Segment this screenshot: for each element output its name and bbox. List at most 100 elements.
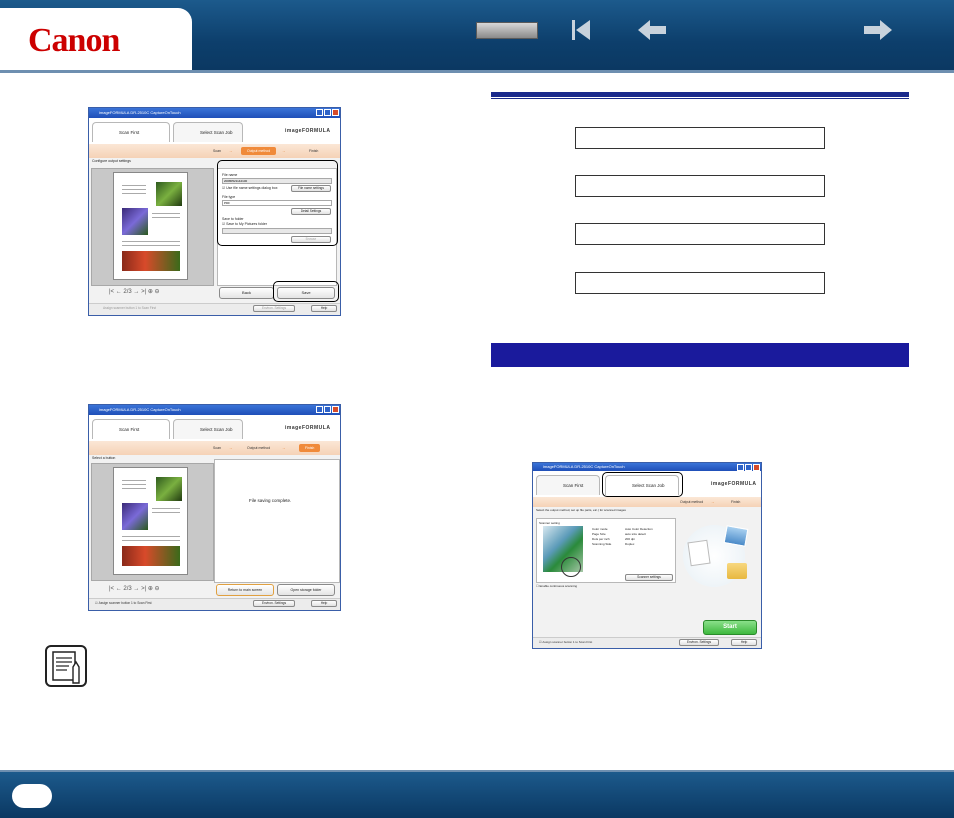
row-side-key: Scanning Side (592, 542, 612, 546)
window-title: imageFORMULA DR-2510C CaptureOnTouch (89, 405, 340, 415)
screenshot-file-saved: imageFORMULA DR-2510C CaptureOnTouch Sca… (88, 404, 341, 611)
logo-tab: Canon (0, 8, 192, 70)
minimize-icon[interactable] (737, 464, 744, 471)
brand-label: imageFORMULA (285, 425, 331, 431)
picture-icon (723, 525, 749, 547)
tab-select-scan-job[interactable]: Select Scan Job (173, 419, 243, 439)
row-dpi-key: Dots per inch (592, 537, 610, 541)
section-rule (491, 92, 909, 97)
scanned-page (113, 467, 188, 575)
scanner-setting-panel: Scanner setting Color mode Auto Color De… (536, 518, 676, 583)
canon-logo: Canon (28, 22, 120, 59)
step-arrow-icon: → (229, 446, 233, 450)
maximize-icon[interactable] (324, 406, 331, 413)
environ-settings-button[interactable]: Environ. Settings (253, 305, 295, 312)
back-button[interactable]: Back (219, 287, 274, 299)
page-navigation[interactable]: |< ← 2/3 → >| ⊕ ⊖ (109, 585, 160, 592)
tab-scan-first[interactable]: Scan First (92, 419, 170, 439)
tab-select-scan-job[interactable]: Select Scan Job (173, 122, 243, 142)
tab-bar: Scan First Select Scan Job imageFORMULA (89, 118, 340, 145)
blank-box-4 (575, 272, 825, 294)
row-side-value: Duplex (625, 542, 635, 546)
help-button[interactable]: Help (731, 639, 757, 646)
blank-box-1 (575, 127, 825, 149)
folder-icon (727, 563, 747, 579)
tab-scan-first[interactable]: Scan First (536, 475, 600, 495)
back-arrow-icon[interactable] (638, 20, 668, 40)
maximize-icon[interactable] (745, 464, 752, 471)
instruction-text: Select the output method, set up file pa… (536, 508, 626, 512)
forward-arrow-icon[interactable] (862, 20, 892, 40)
preview-area (91, 168, 214, 286)
step-arrow-icon: → (282, 149, 286, 153)
step-scan: Scan (213, 149, 221, 153)
brand-label: imageFORMULA (711, 481, 757, 487)
tab-scan-first[interactable]: Scan First (92, 122, 170, 142)
environ-settings-button[interactable]: Environ. Settings (679, 639, 719, 646)
blank-nav-button[interactable] (476, 22, 538, 39)
maximize-icon[interactable] (324, 109, 331, 116)
assign-button-text[interactable]: ☑ Assign scanner button 1 to Scan First (539, 640, 592, 644)
row-page-size-key: Page Size (592, 532, 606, 536)
start-button[interactable]: Start (703, 620, 757, 635)
note-icon (45, 645, 87, 687)
minimize-icon[interactable] (316, 109, 323, 116)
screenshot-output-settings: imageFORMULA DR-2510C CaptureOnTouch Sca… (88, 107, 341, 316)
saving-complete-message: File saving complete. (249, 498, 292, 503)
highlight-settings (217, 160, 338, 246)
step-arrow-icon: → (229, 149, 233, 153)
help-button[interactable]: Help (311, 305, 337, 312)
page-navigation[interactable]: |< ← 2/3 → >| ⊕ ⊖ (109, 288, 160, 295)
tab-bar: Scan First Select Scan Job imageFORMULA (89, 415, 340, 442)
blank-box-3 (575, 223, 825, 245)
status-bar: ☑ Assign scanner button 1 to Scan First … (89, 598, 340, 610)
row-color-mode-value: Auto Color Detection (625, 527, 653, 531)
scanner-settings-button[interactable]: Scanner settings (625, 574, 673, 581)
assign-button-text: Assign scanner button 1 to Scan First (103, 306, 156, 310)
highlight-select-scan-job (602, 472, 683, 497)
step-bar: Scan → Output method → Finish (89, 441, 340, 455)
help-button[interactable]: Help (311, 600, 337, 607)
window-title: imageFORMULA DR-2510C CaptureOnTouch (533, 463, 761, 471)
result-pane: File saving complete. (214, 459, 340, 583)
step-output-method: Output method (680, 500, 704, 504)
row-page-size-value: auto size detect (625, 532, 647, 536)
step-output-method: Output method (241, 147, 277, 155)
instruction-text: Select a button (92, 456, 116, 460)
status-bar: Assign scanner button 1 to Scan First En… (89, 303, 340, 315)
window-title: imageFORMULA DR-2510C CaptureOnTouch (89, 108, 340, 118)
document-icon (687, 539, 711, 567)
row-dpi-value: 200 dpi (625, 537, 635, 541)
scanned-page (113, 172, 188, 280)
footer-bar (0, 772, 954, 818)
status-bar: ☑ Assign scanner button 1 to Scan First … (533, 637, 761, 648)
step-finish: Finish (299, 444, 321, 452)
section-heading-band (491, 343, 909, 367)
close-icon[interactable] (332, 109, 339, 116)
step-bar: Scan → Output method → Finish (89, 144, 340, 158)
first-page-icon[interactable] (570, 20, 594, 40)
step-arrow-icon: → (711, 500, 715, 504)
lens-circle (561, 557, 581, 577)
assign-button-text[interactable]: ☑ Assign scanner button 1 to Scan First (95, 601, 152, 605)
scanner-setting-label: Scanner setting (539, 521, 560, 525)
screenshot-select-scan-job: imageFORMULA DR-2510C CaptureOnTouch Sca… (532, 462, 762, 649)
minimize-icon[interactable] (316, 406, 323, 413)
row-color-mode-key: Color mode (592, 527, 608, 531)
open-folder-button[interactable]: Open storage folder (277, 584, 335, 596)
step-arrow-icon: → (282, 446, 286, 450)
step-bar: Output method → Finish (533, 497, 761, 507)
brand-label: imageFORMULA (285, 128, 331, 134)
close-icon[interactable] (753, 464, 760, 471)
preview-area (91, 463, 214, 581)
environ-settings-button[interactable]: Environ. Settings (253, 600, 295, 607)
highlight-save (273, 281, 339, 302)
instruction-text: Configure output settings (92, 159, 131, 163)
page-number-pill (12, 784, 52, 808)
checkbox-continuous[interactable]: ☐ Enable continuous scanning (536, 584, 577, 588)
step-output-method: Output method (247, 446, 271, 450)
return-main-button[interactable]: Return to main screen (216, 584, 274, 596)
section-rule-thin (491, 98, 909, 99)
close-icon[interactable] (332, 406, 339, 413)
header-divider (0, 70, 954, 73)
